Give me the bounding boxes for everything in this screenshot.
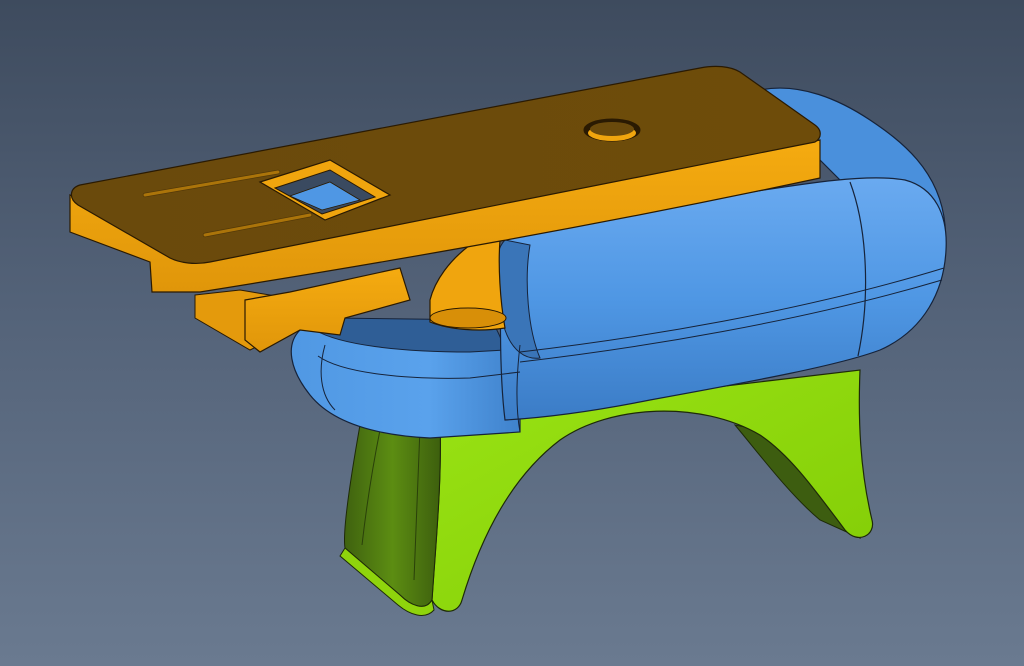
3d-viewport[interactable] [0, 0, 1024, 666]
cad-model-render[interactable] [0, 0, 1024, 666]
saddle-near-leg-inner [344, 419, 441, 607]
